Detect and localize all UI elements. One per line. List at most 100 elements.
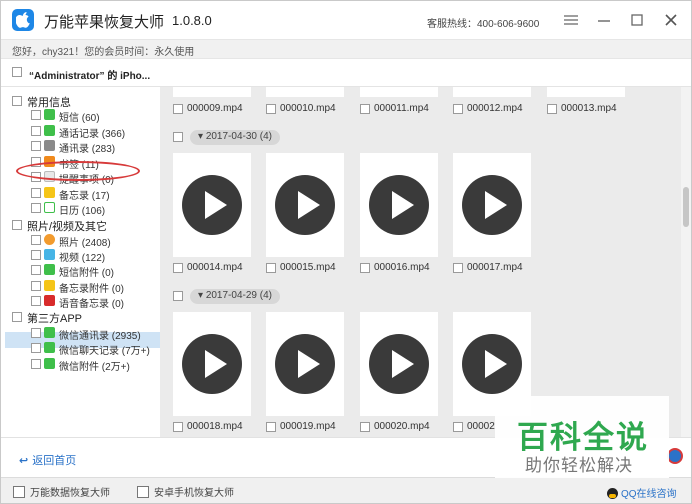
menu-icon[interactable]: [562, 11, 580, 29]
file-checkbox[interactable]: [173, 263, 183, 273]
item-checkbox[interactable]: [31, 110, 41, 120]
file-checkbox[interactable]: [453, 263, 463, 273]
file-checkbox[interactable]: [360, 104, 370, 114]
item-label: 微信附件 (2万+): [59, 362, 130, 373]
member-bar: 您好，chy321！您的会员时间：永久使用: [1, 39, 691, 59]
device-checkbox[interactable]: [12, 67, 22, 77]
date-group-label[interactable]: ▾ 2017-04-30 (4): [190, 130, 280, 145]
video-thumbnail[interactable]: [266, 312, 344, 416]
video-thumbnail[interactable]: [360, 87, 438, 97]
group-checkbox[interactable]: [12, 220, 22, 230]
video-thumbnail[interactable]: [360, 153, 438, 257]
video-thumbnail[interactable]: [266, 153, 344, 257]
contacts-icon: [44, 140, 55, 151]
file-checkbox[interactable]: [453, 104, 463, 114]
item-checkbox[interactable]: [31, 343, 41, 353]
calendar-icon: [44, 202, 55, 213]
item-checkbox[interactable]: [31, 265, 41, 275]
file-checkbox[interactable]: [360, 263, 370, 273]
device-name: “Administrator” 的 iPho...: [29, 71, 151, 82]
item-checkbox[interactable]: [31, 250, 41, 260]
item-checkbox[interactable]: [31, 203, 41, 213]
app-title: 万能苹果恢复大师: [44, 14, 165, 31]
group-checkbox[interactable]: [12, 312, 22, 322]
video-thumbnail[interactable]: [547, 87, 625, 97]
item-checkbox[interactable]: [31, 328, 41, 338]
scrollbar-thumb[interactable]: [683, 187, 689, 227]
group-label: 照片/视频及其它: [27, 221, 108, 233]
minimize-icon[interactable]: [595, 11, 613, 29]
file-checkbox[interactable]: [266, 422, 276, 432]
file-name: 000011.mp4: [374, 103, 429, 114]
category-sidebar: 常用信息 短信 (60) 通话记录 (366) 通讯录 (283) 书签 (11…: [1, 87, 160, 437]
item-label: 通话记录 (366): [59, 129, 126, 140]
date-group-checkbox[interactable]: [173, 132, 183, 142]
title-bar: 万能苹果恢复大师 1.0.8.0 客服热线：400-606-9600: [1, 1, 691, 39]
app-version: 1.0.8.0: [172, 13, 212, 28]
item-label: 视频 (122): [59, 253, 106, 264]
file-checkbox[interactable]: [266, 263, 276, 273]
notes-attachment-icon: [44, 280, 55, 291]
file-name: 000018.mp4: [187, 421, 243, 432]
date-group-label[interactable]: ▾ 2017-04-29 (4): [190, 289, 280, 304]
group-label: 第三方APP: [27, 313, 83, 325]
item-checkbox[interactable]: [31, 126, 41, 136]
date-group-checkbox[interactable]: [173, 291, 183, 301]
android-recovery-label: 安卓手机恢复大师: [154, 488, 234, 499]
close-icon[interactable]: [662, 11, 680, 29]
apple-logo-icon: [12, 9, 34, 31]
item-label: 短信附件 (0): [59, 268, 114, 279]
next-button-icon[interactable]: [667, 448, 683, 464]
phone-icon: [44, 125, 55, 136]
photos-icon: [44, 234, 55, 245]
item-checkbox[interactable]: [31, 296, 41, 306]
item-label: 语音备忘录 (0): [59, 299, 124, 310]
file-checkbox[interactable]: [453, 422, 463, 432]
file-checkbox[interactable]: [266, 104, 276, 114]
video-thumbnail[interactable]: [453, 153, 531, 257]
video-grid: 000009.mp4 000010.mp4 000011.mp4 000012.…: [160, 87, 681, 437]
play-icon: [462, 175, 522, 235]
play-icon: [462, 334, 522, 394]
item-checkbox[interactable]: [31, 188, 41, 198]
maximize-icon[interactable]: [628, 11, 646, 29]
item-label: 微信通讯录 (2935): [59, 331, 141, 342]
voice-memo-icon: [44, 295, 55, 306]
item-label: 微信聊天记录 (7万+): [59, 346, 150, 357]
date-text: 2017-04-30 (4): [205, 131, 272, 142]
back-arrow-icon: ↩: [19, 455, 29, 467]
file-name: 000013.mp4: [561, 103, 617, 114]
file-checkbox[interactable]: [547, 104, 557, 114]
video-thumbnail[interactable]: [173, 87, 251, 97]
video-thumbnail[interactable]: [266, 87, 344, 97]
video-thumbnail[interactable]: [173, 153, 251, 257]
video-thumbnail[interactable]: [173, 312, 251, 416]
file-name: 000014.mp4: [187, 262, 243, 273]
play-icon: [369, 175, 429, 235]
file-name: 00002: [467, 421, 495, 432]
item-label: 备忘录附件 (0): [59, 284, 124, 295]
qq-support-label: QQ在线咨询: [621, 489, 677, 500]
data-recovery-link[interactable]: 万能数据恢复大师: [13, 484, 110, 499]
group-label: 常用信息: [27, 97, 71, 109]
item-label: 照片 (2408): [59, 238, 111, 249]
video-thumbnail[interactable]: [360, 312, 438, 416]
item-checkbox[interactable]: [31, 141, 41, 151]
item-checkbox[interactable]: [31, 281, 41, 291]
group-checkbox[interactable]: [12, 96, 22, 106]
date-text: 2017-04-29 (4): [205, 290, 272, 301]
item-checkbox[interactable]: [31, 359, 41, 369]
file-name: 000009.mp4: [187, 103, 243, 114]
video-thumbnail[interactable]: [453, 87, 531, 97]
android-recovery-link[interactable]: 安卓手机恢复大师: [137, 484, 234, 499]
play-icon: [275, 334, 335, 394]
vertical-scrollbar[interactable]: [681, 87, 691, 437]
wechat-icon: [44, 327, 55, 338]
item-checkbox[interactable]: [31, 235, 41, 245]
file-checkbox[interactable]: [173, 104, 183, 114]
qq-support-link[interactable]: QQ在线咨询: [607, 485, 677, 500]
back-home-link[interactable]: ↩ 返回首页: [19, 452, 76, 468]
app-icon: [13, 486, 25, 498]
file-checkbox[interactable]: [173, 422, 183, 432]
file-checkbox[interactable]: [360, 422, 370, 432]
